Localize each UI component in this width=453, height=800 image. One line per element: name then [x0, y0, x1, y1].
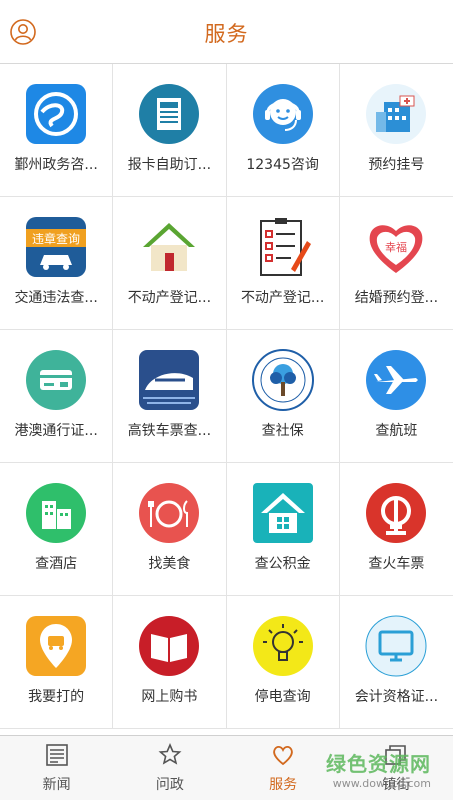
traffic-violation-icon: 违章查询 — [26, 217, 87, 277]
service-label: 找美食 — [148, 556, 191, 572]
service-label: 鄞州政务咨... — [14, 157, 98, 173]
service-label: 预约挂号 — [368, 157, 425, 173]
travel-permit-card-icon — [26, 350, 87, 410]
social-security-icon — [251, 349, 314, 411]
app-header: 服务 — [0, 0, 453, 64]
yinzhou-government-icon — [26, 84, 87, 144]
badge-text: 幸福 — [385, 240, 407, 254]
page-title: 服务 — [204, 22, 249, 46]
bottom-tab-bar: 新闻 问政 服务 镇街 — [0, 735, 453, 800]
heart-icon — [273, 745, 293, 766]
service-label: 港澳通行证... — [14, 423, 98, 439]
tab-label: 镇街 — [382, 777, 411, 793]
service-label: 12345咨询 — [246, 157, 319, 173]
service-grid: 鄞州政务咨... 报卡自助订... 12345咨询 预约挂号 违章查询 交通违法… — [0, 64, 453, 735]
grid-row: 港澳通行证... 高铁车票查... 查社保 查航班 — [0, 330, 453, 463]
grid-row: 查酒店 找美食 查公积金 查火车票 — [0, 463, 453, 596]
food-plate-icon — [139, 483, 200, 543]
service-label: 查航班 — [375, 423, 418, 439]
service-label: 查公积金 — [254, 556, 311, 572]
service-label: 查社保 — [261, 423, 304, 439]
railway-icon — [366, 483, 427, 543]
service-taxi[interactable]: 我要打的 — [0, 596, 114, 728]
service-newspaper-subscription[interactable]: 报卡自助订... — [113, 64, 227, 196]
service-housing-fund[interactable]: 查公积金 — [227, 463, 340, 595]
news-icon — [45, 744, 68, 766]
service-hk-macau-permit[interactable]: 港澳通行证... — [0, 330, 114, 462]
service-marriage-appointment[interactable]: 幸福 结婚预约登... — [340, 197, 453, 329]
service-find-food[interactable]: 找美食 — [113, 463, 227, 595]
tab-label: 新闻 — [42, 777, 71, 793]
computer-monitor-icon — [365, 615, 427, 677]
tab-news[interactable]: 新闻 — [0, 736, 113, 800]
service-power-outage[interactable]: 停电查询 — [227, 596, 340, 728]
tab-inquiry[interactable]: 问政 — [113, 736, 226, 800]
badge-text: 违章查询 — [32, 231, 80, 246]
newspaper-icon — [139, 84, 200, 144]
hospital-icon — [366, 84, 427, 144]
service-real-estate-2[interactable]: 不动产登记... — [227, 197, 340, 329]
service-real-estate-1[interactable]: 不动产登记... — [113, 197, 227, 329]
tab-label: 问政 — [155, 777, 184, 793]
housing-fund-icon — [252, 483, 313, 543]
grid-row: 我要打的 网上购书 停电查询 会计资格证... — [0, 596, 453, 729]
checklist-icon — [259, 218, 311, 276]
service-social-security[interactable]: 查社保 — [227, 330, 340, 462]
airplane-icon — [366, 350, 427, 410]
tab-services[interactable]: 服务 — [227, 736, 340, 800]
service-label: 结婚预约登... — [354, 290, 439, 306]
service-12345-consult[interactable]: 12345咨询 — [227, 64, 340, 196]
service-label: 交通违法查... — [14, 290, 98, 306]
star-icon — [158, 742, 182, 765]
service-yinzhou-government[interactable]: 鄞州政务咨... — [0, 64, 114, 196]
book-icon — [139, 616, 200, 676]
service-high-speed-rail[interactable]: 高铁车票查... — [113, 330, 227, 462]
service-label: 查酒店 — [35, 556, 78, 572]
service-appointment-registration[interactable]: 预约挂号 — [340, 64, 453, 196]
lightbulb-icon — [252, 616, 313, 676]
service-flight-search[interactable]: 查航班 — [340, 330, 453, 462]
service-label: 会计资格证... — [354, 689, 439, 705]
service-label: 我要打的 — [28, 689, 85, 705]
service-accounting-certificate[interactable]: 会计资格证... — [340, 596, 453, 728]
tab-towns[interactable]: 镇街 — [340, 736, 453, 800]
grid-row: 违章查询 交通违法查... 不动产登记... 不动产登记... 幸福 结婚预约登… — [0, 197, 453, 330]
layers-icon — [385, 745, 407, 765]
service-hotel-search[interactable]: 查酒店 — [0, 463, 114, 595]
taxi-icon — [26, 616, 87, 676]
service-label: 停电查询 — [254, 689, 311, 705]
service-online-books[interactable]: 网上购书 — [113, 596, 227, 728]
service-label: 报卡自助订... — [127, 157, 212, 173]
service-label: 不动产登记... — [127, 290, 212, 306]
house-icon — [143, 223, 196, 271]
grid-row: 鄞州政务咨... 报卡自助订... 12345咨询 预约挂号 — [0, 64, 453, 197]
service-label: 查火车票 — [368, 556, 425, 572]
service-train-ticket[interactable]: 查火车票 — [340, 463, 453, 595]
wedding-heart-icon: 幸福 — [370, 225, 423, 273]
high-speed-train-icon — [139, 350, 200, 410]
service-label: 不动产登记... — [240, 290, 325, 306]
tab-label: 服务 — [269, 777, 298, 793]
service-label: 高铁车票查... — [127, 423, 212, 439]
service-traffic-violation[interactable]: 违章查询 交通违法查... — [0, 197, 114, 329]
customer-service-icon — [252, 84, 313, 144]
service-label: 网上购书 — [141, 689, 198, 705]
hotel-icon — [26, 483, 87, 543]
